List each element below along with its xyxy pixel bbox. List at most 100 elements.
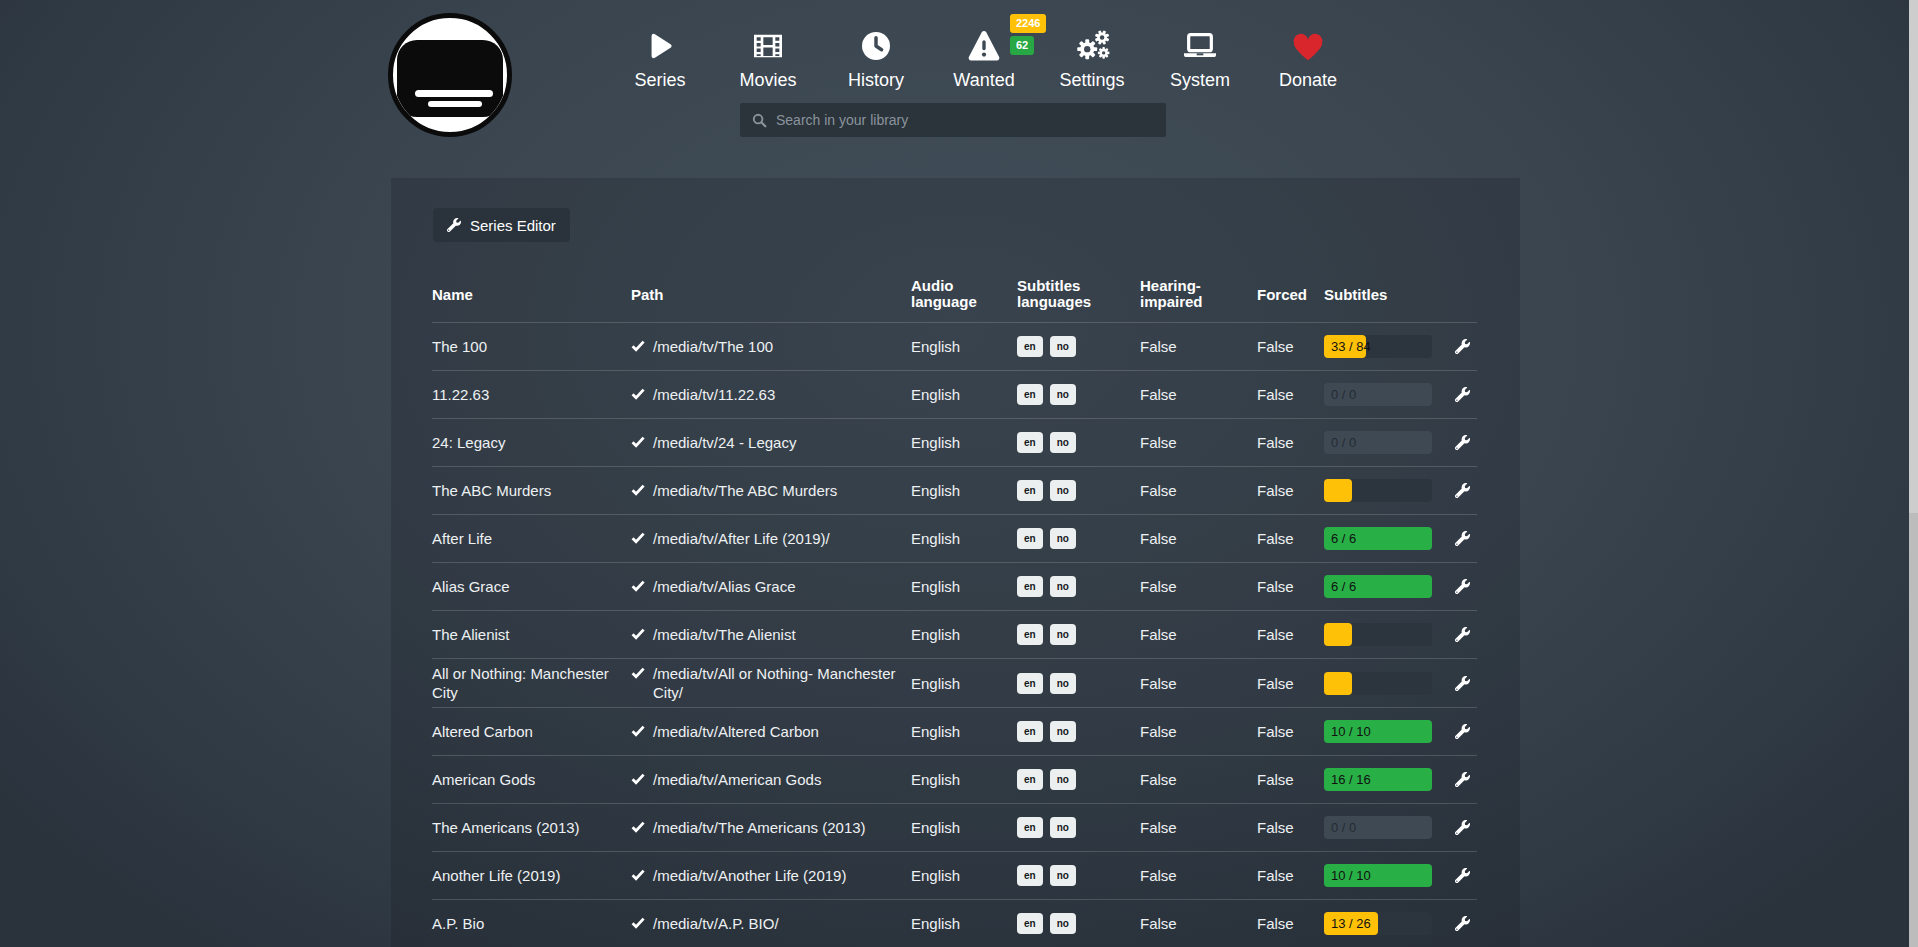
progress-label: 13 / 26 bbox=[1331, 912, 1371, 935]
subtitle-languages: enno bbox=[1017, 432, 1140, 453]
scrollbar[interactable] bbox=[1909, 0, 1918, 947]
language-badge-no: no bbox=[1050, 528, 1076, 549]
gears-icon bbox=[1074, 24, 1110, 62]
series-name: After Life bbox=[432, 529, 631, 548]
edit-series-button[interactable] bbox=[1447, 531, 1477, 546]
edit-series-button[interactable] bbox=[1447, 916, 1477, 931]
column-header: Subtitles languages bbox=[1017, 278, 1140, 310]
edit-series-button[interactable] bbox=[1447, 387, 1477, 402]
series-path: /media/tv/After Life (2019)/ bbox=[631, 529, 911, 548]
play-icon bbox=[645, 24, 675, 62]
audio-language: English bbox=[911, 723, 1017, 740]
film-icon bbox=[752, 24, 784, 62]
series-name: Alias Grace bbox=[432, 577, 631, 596]
forced-value: False bbox=[1257, 482, 1324, 499]
language-badge-no: no bbox=[1050, 480, 1076, 501]
hearing-impaired-value: False bbox=[1140, 819, 1257, 836]
subtitles-progress: 6 / 6 bbox=[1324, 527, 1432, 550]
edit-series-button[interactable] bbox=[1447, 435, 1477, 450]
subtitles-progress bbox=[1324, 672, 1432, 695]
hearing-impaired-value: False bbox=[1140, 578, 1257, 595]
audio-language: English bbox=[911, 482, 1017, 499]
audio-language: English bbox=[911, 530, 1017, 547]
nav-item-wanted[interactable]: 224662Wanted bbox=[938, 24, 1030, 91]
series-name: American Gods bbox=[432, 770, 631, 789]
series-name: Altered Carbon bbox=[432, 722, 631, 741]
language-badge-no: no bbox=[1050, 673, 1076, 694]
edit-series-button[interactable] bbox=[1447, 820, 1477, 835]
audio-language: English bbox=[911, 819, 1017, 836]
nav-item-history[interactable]: History bbox=[830, 24, 922, 91]
audio-language: English bbox=[911, 915, 1017, 932]
subtitle-languages: enno bbox=[1017, 624, 1140, 645]
audio-language: English bbox=[911, 867, 1017, 884]
language-badge-no: no bbox=[1050, 769, 1076, 790]
edit-series-button[interactable] bbox=[1447, 868, 1477, 883]
language-badge-en: en bbox=[1017, 576, 1043, 597]
series-row: The Alienist/media/tv/The AlienistEnglis… bbox=[432, 611, 1477, 659]
forced-value: False bbox=[1257, 626, 1324, 643]
hearing-impaired-value: False bbox=[1140, 915, 1257, 932]
series-path: /media/tv/All or Nothing- Manchester Cit… bbox=[631, 664, 911, 702]
edit-series-button[interactable] bbox=[1447, 339, 1477, 354]
nav-item-system[interactable]: System bbox=[1154, 24, 1246, 91]
edit-series-button[interactable] bbox=[1447, 483, 1477, 498]
check-icon bbox=[631, 818, 645, 837]
progress-label: 16 / 16 bbox=[1331, 768, 1371, 791]
check-icon bbox=[631, 664, 645, 683]
search-box[interactable] bbox=[740, 103, 1166, 137]
subtitle-languages: enno bbox=[1017, 336, 1140, 357]
forced-value: False bbox=[1257, 867, 1324, 884]
series-name: The ABC Murders bbox=[432, 481, 631, 500]
audio-language: English bbox=[911, 434, 1017, 451]
warning-triangle-icon bbox=[967, 24, 1001, 62]
language-badge-en: en bbox=[1017, 913, 1043, 934]
bazarr-logo[interactable] bbox=[388, 13, 512, 137]
wanted-badge-1: 62 bbox=[1010, 36, 1034, 55]
laptop-icon bbox=[1182, 24, 1218, 62]
table-header: NamePathAudio languageSubtitles language… bbox=[432, 266, 1477, 323]
progress-label: 6 / 6 bbox=[1331, 575, 1356, 598]
nav-item-series[interactable]: Series bbox=[614, 24, 706, 91]
column-header: Hearing-impaired bbox=[1140, 278, 1257, 310]
language-badge-no: no bbox=[1050, 384, 1076, 405]
series-path: /media/tv/A.P. BIO/ bbox=[631, 914, 911, 933]
nav-item-movies[interactable]: Movies bbox=[722, 24, 814, 91]
nav-label: Settings bbox=[1059, 70, 1124, 91]
wanted-badge-0: 2246 bbox=[1010, 14, 1046, 33]
hearing-impaired-value: False bbox=[1140, 771, 1257, 788]
hearing-impaired-value: False bbox=[1140, 723, 1257, 740]
subtitles-progress: 10 / 10 bbox=[1324, 720, 1432, 743]
series-path: /media/tv/Alias Grace bbox=[631, 577, 911, 596]
language-badge-no: no bbox=[1050, 913, 1076, 934]
table-body: The 100/media/tv/The 100EnglishennoFalse… bbox=[432, 323, 1477, 947]
check-icon bbox=[631, 770, 645, 789]
language-badge-en: en bbox=[1017, 336, 1043, 357]
edit-series-button[interactable] bbox=[1447, 772, 1477, 787]
edit-series-button[interactable] bbox=[1447, 676, 1477, 691]
progress-label: 6 / 6 bbox=[1331, 527, 1356, 550]
search-input[interactable] bbox=[776, 112, 1154, 128]
language-badge-en: en bbox=[1017, 673, 1043, 694]
edit-series-button[interactable] bbox=[1447, 579, 1477, 594]
subtitles-progress: 13 / 26 bbox=[1324, 912, 1432, 935]
series-path: /media/tv/American Gods bbox=[631, 770, 911, 789]
progress-label: 33 / 84 bbox=[1331, 335, 1371, 358]
series-editor-button[interactable]: Series Editor bbox=[433, 208, 570, 242]
edit-series-button[interactable] bbox=[1447, 627, 1477, 642]
language-badge-en: en bbox=[1017, 432, 1043, 453]
column-header: Subtitles bbox=[1324, 286, 1447, 303]
language-badge-en: en bbox=[1017, 624, 1043, 645]
main-nav: SeriesMoviesHistory224662Wanted Settings S… bbox=[614, 24, 1354, 91]
nav-item-settings[interactable]: Settings bbox=[1046, 24, 1138, 91]
series-row: Another Life (2019)/media/tv/Another Lif… bbox=[432, 852, 1477, 900]
wrench-icon bbox=[447, 218, 461, 232]
nav-item-donate[interactable]: Donate bbox=[1262, 24, 1354, 91]
check-icon bbox=[631, 481, 645, 500]
subtitles-progress: 0 / 0 bbox=[1324, 383, 1432, 406]
check-icon bbox=[631, 866, 645, 885]
edit-series-button[interactable] bbox=[1447, 724, 1477, 739]
scrollbar-thumb[interactable] bbox=[1909, 0, 1918, 513]
series-row: The Americans (2013)/media/tv/The Americ… bbox=[432, 804, 1477, 852]
forced-value: False bbox=[1257, 771, 1324, 788]
